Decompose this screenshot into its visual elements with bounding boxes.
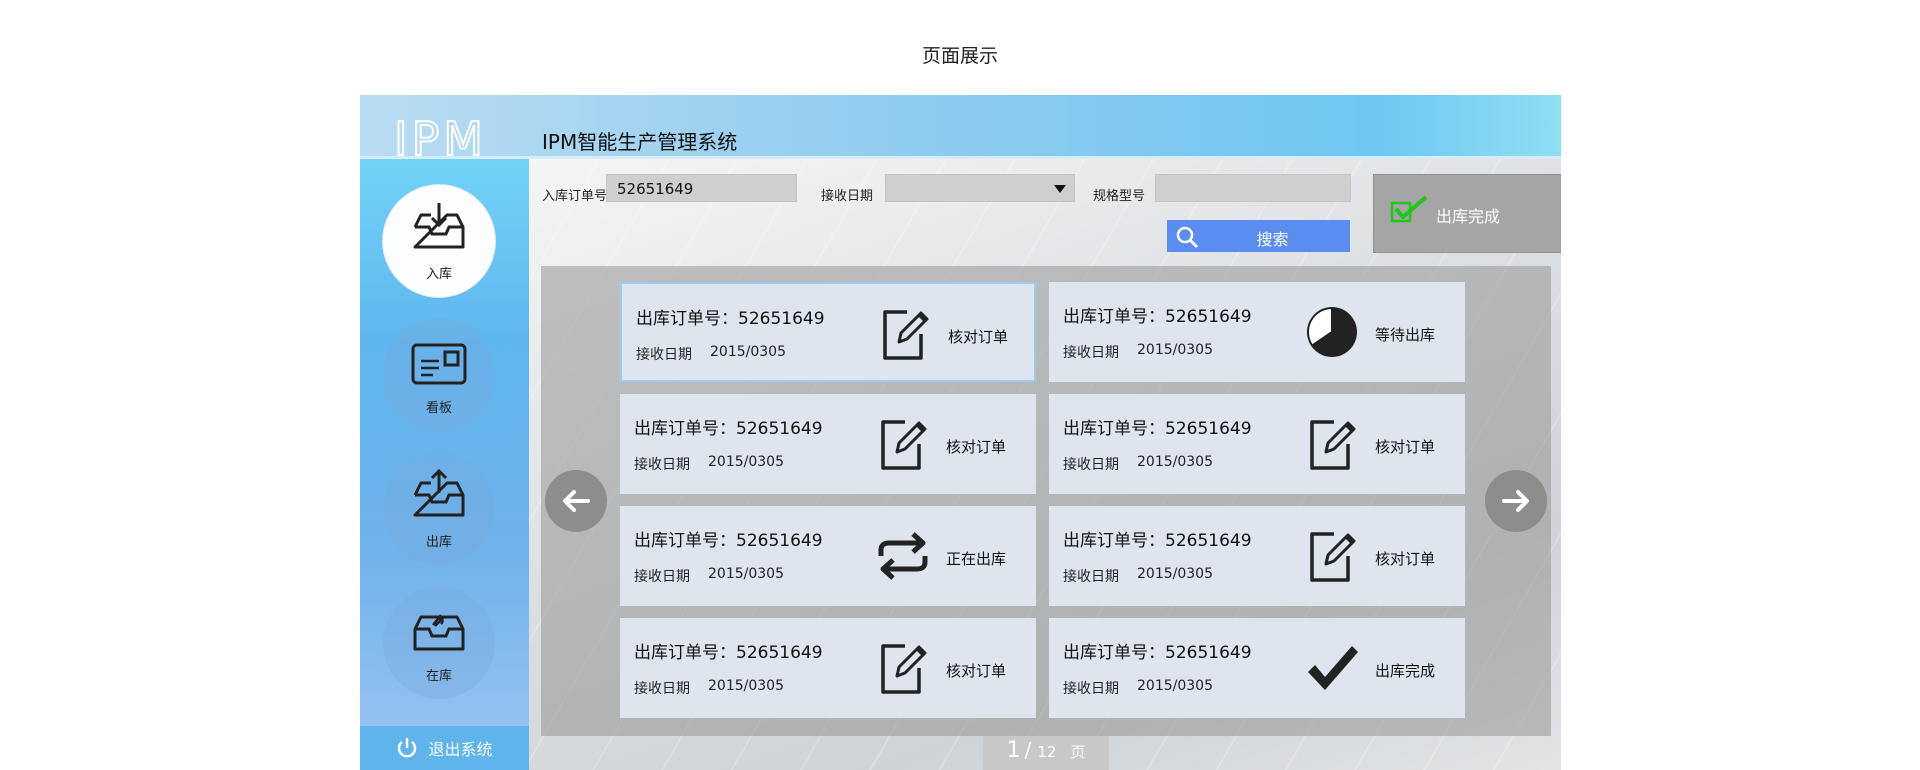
order-number: 出库订单号：52651649 [1063,419,1252,439]
edit-document-icon [881,420,927,470]
power-icon [398,738,417,758]
board-icon [411,343,467,385]
order-status: 核对订单 [948,328,1009,346]
inbox-upload-icon [413,469,465,517]
prev-page-button[interactable] [545,470,607,532]
logout-label: 退出系统 [428,740,493,759]
order-status: 核对订单 [946,438,1007,456]
sidebar-item-label: 看板 [425,401,452,416]
order-status: 核对订单 [1375,438,1436,456]
order-status: 核对订单 [1375,550,1436,568]
pagination: 1 / 12 页 [983,736,1109,770]
order-card[interactable]: 出库订单号：52651649 接收日期 2015/0305 出库完成 [1049,618,1465,718]
inbox-stock-icon [413,614,465,651]
order-card[interactable]: 出库订单号：52651649 接收日期 2015/0305 核对订单 [620,282,1036,382]
receive-date-label: 接收日期 [821,189,874,204]
sidebar-item-inbound[interactable]: 入库 [383,185,495,297]
order-number: 出库订单号：52651649 [1063,307,1252,327]
order-status: 核对订单 [946,662,1007,680]
receive-date-label: 接收日期 [1063,569,1119,585]
chevron-down-icon [1054,185,1066,193]
receive-date: 2015/0305 [1137,342,1213,358]
receive-date-select[interactable] [885,174,1075,202]
order-status: 正在出库 [946,550,1007,568]
edit-document-icon [881,644,927,694]
edit-document-icon [883,310,929,360]
spec-model-label: 规格型号 [1093,189,1146,204]
edit-document-icon [1310,420,1356,470]
order-number: 出库订单号：52651649 [634,643,823,663]
order-status: 等待出库 [1375,326,1436,344]
receive-date: 2015/0305 [708,454,784,470]
header: IPM IPM智能生产管理系统 [360,95,1561,163]
sidebar-item-label: 出库 [425,535,452,550]
receive-date: 2015/0305 [1137,678,1213,694]
page-unit: 页 [1070,743,1086,761]
order-number: 出库订单号：52651649 [634,531,823,551]
receive-date: 2015/0305 [1137,566,1213,582]
sidebar-item-label: 入库 [425,267,452,282]
receive-date: 2015/0305 [708,566,784,582]
outbound-complete-button[interactable]: 出库完成 [1373,174,1561,253]
receive-date: 2015/0305 [1137,454,1213,470]
ipm-logo: IPM [394,115,487,163]
sidebar-item-label: 在库 [425,669,452,684]
next-page-button[interactable] [1485,470,1547,532]
logo-text: IPM [394,115,487,163]
receive-date-label: 接收日期 [1063,681,1119,697]
repeat-icon [878,532,928,580]
clock-icon [1307,307,1357,357]
order-number: 出库订单号：52651649 [1063,643,1252,663]
search-button-label: 搜索 [1256,230,1289,249]
sidebar-item-outbound[interactable]: 出库 [383,453,495,565]
receive-date-label: 接收日期 [1063,345,1119,361]
receive-date: 2015/0305 [710,344,786,360]
edit-document-icon [1310,532,1356,582]
order-number-label: 入库订单号 [542,189,608,204]
sidebar: 入库 看板 出库 在库 退出系统 [360,159,529,770]
order-number-input[interactable]: 52651649 [606,174,797,202]
current-page: 1 [1006,738,1021,763]
order-card[interactable]: 出库订单号：52651649 接收日期 2015/0305 等待出库 [1049,282,1465,382]
receive-date-label: 接收日期 [634,681,690,697]
total-pages: 12 [1037,743,1057,761]
order-card[interactable]: 出库订单号：52651649 接收日期 2015/0305 正在出库 [620,506,1036,606]
order-card[interactable]: 出库订单号：52651649 接收日期 2015/0305 核对订单 [620,618,1036,718]
order-panel: 出库订单号：52651649 接收日期 2015/0305 核对订单 出库订单号… [541,266,1551,736]
receive-date-label: 接收日期 [636,347,692,363]
sidebar-item-instock[interactable]: 在库 [383,587,495,699]
order-card[interactable]: 出库订单号：52651649 接收日期 2015/0305 核对订单 [1049,394,1465,494]
main-content: 入库订单号 52651649 接收日期 规格型号 搜索 出库完成 出库订单号：5… [529,159,1561,770]
arrow-left-icon [563,490,590,512]
receive-date: 2015/0305 [708,678,784,694]
logout-button[interactable]: 退出系统 [360,726,529,770]
arrow-right-icon [1502,490,1529,512]
order-number: 出库订单号：52651649 [636,309,825,329]
order-number: 出库订单号：52651649 [1063,531,1252,551]
receive-date-label: 接收日期 [1063,457,1119,473]
app-title: IPM智能生产管理系统 [542,130,738,154]
receive-date-label: 接收日期 [634,569,690,585]
order-card[interactable]: 出库订单号：52651649 接收日期 2015/0305 核对订单 [1049,506,1465,606]
page-title: 页面展示 [921,45,998,67]
checkbox-checked-icon [1390,195,1428,223]
outbound-complete-label: 出库完成 [1436,207,1501,226]
order-status: 出库完成 [1375,662,1436,680]
app-window: IPM IPM智能生产管理系统 入库 看板 出库 在库 退出系统 入库订单号 5… [360,95,1561,770]
search-button[interactable]: 搜索 [1167,220,1350,252]
spec-model-input[interactable] [1155,174,1351,202]
sidebar-item-board[interactable]: 看板 [383,319,495,431]
order-number-value: 52651649 [617,180,694,198]
order-number: 出库订单号：52651649 [634,419,823,439]
receive-date-label: 接收日期 [634,457,690,473]
inbox-download-icon [413,203,465,249]
checkmark-icon [1308,646,1358,690]
order-card[interactable]: 出库订单号：52651649 接收日期 2015/0305 核对订单 [620,394,1036,494]
page-separator: / [1024,738,1032,762]
